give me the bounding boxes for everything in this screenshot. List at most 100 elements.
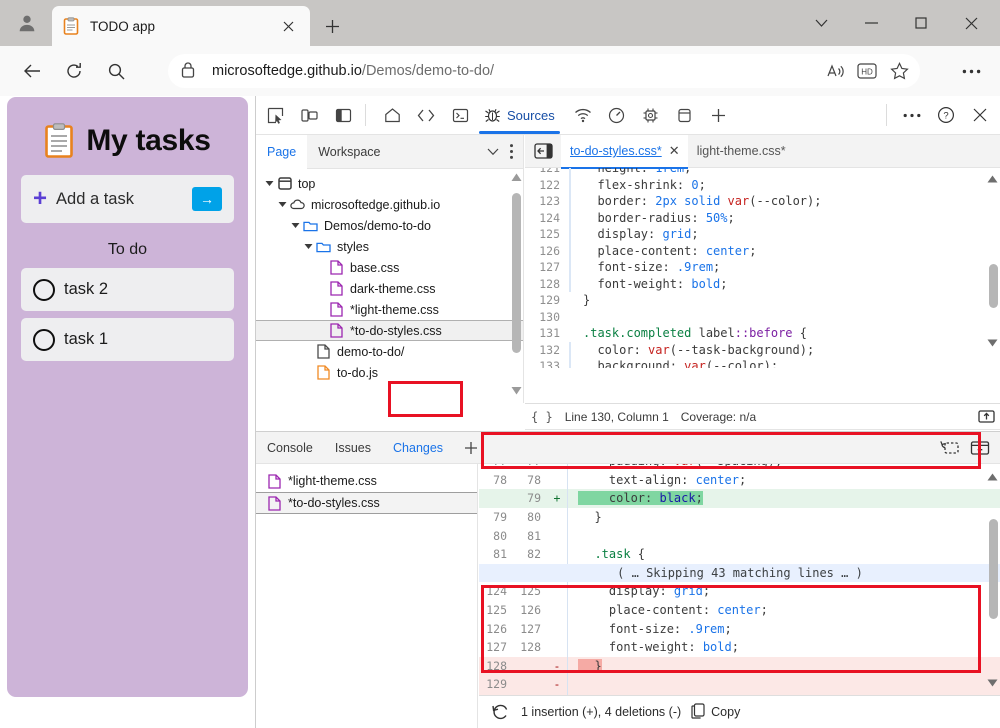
back-button[interactable]	[15, 55, 49, 87]
show-navigator-icon[interactable]	[530, 138, 556, 164]
list-item[interactable]: task 2	[21, 268, 234, 311]
help-icon[interactable]: ?	[931, 100, 961, 130]
list-item[interactable]: *light-theme.css	[256, 470, 477, 492]
navtab-workspace[interactable]: Workspace	[307, 135, 391, 169]
close-icon[interactable]: ✕	[667, 144, 682, 159]
twisty-icon[interactable]	[301, 243, 315, 250]
twisty-icon[interactable]	[275, 201, 289, 208]
tab-console[interactable]: Console	[256, 432, 324, 464]
navtab-page[interactable]: Page	[256, 135, 307, 169]
task-checkbox-icon[interactable]	[33, 329, 55, 351]
tree-item-light-theme-css[interactable]: *light-theme.css	[256, 299, 523, 320]
open-in-new-icon[interactable]	[978, 409, 995, 424]
tree-item-demo-to-do[interactable]: demo-to-do/	[256, 341, 523, 362]
tree-item-top[interactable]: top	[256, 173, 523, 194]
scroll-down-arrow-icon[interactable]	[986, 676, 999, 689]
twisty-icon[interactable]	[262, 180, 276, 187]
line-number: 122	[525, 178, 569, 192]
copy-button[interactable]: Copy	[691, 703, 740, 722]
tree-item-folder-demos[interactable]: Demos/demo-to-do	[256, 215, 523, 236]
add-panel-icon[interactable]	[967, 435, 993, 461]
code-line: 131.task.completed label::before {	[525, 325, 1000, 342]
add-task-input[interactable]: Add a task	[56, 190, 192, 209]
scroll-down-arrow-icon[interactable]	[986, 336, 999, 349]
hd-icon[interactable]: HD	[852, 56, 882, 86]
new-tab-button[interactable]	[318, 12, 346, 40]
tree-item-base-css[interactable]: base.css	[256, 257, 523, 278]
toolbar-divider	[886, 104, 887, 126]
diff-line-context: 7777 padding: var(--spacing);	[479, 464, 1000, 471]
close-icon[interactable]	[276, 14, 300, 38]
pretty-print-icon[interactable]: { }	[531, 410, 553, 424]
elements-icon[interactable]	[411, 100, 441, 130]
old-line-number: 80	[479, 529, 513, 543]
tab-actions-chevron-down-icon[interactable]	[806, 8, 836, 38]
devtools-more-icon[interactable]	[897, 100, 927, 130]
task-checkbox-icon[interactable]	[33, 279, 55, 301]
address-bar[interactable]: microsoftedge.github.io/Demos/demo-to-do…	[168, 54, 920, 88]
minimize-button[interactable]	[856, 8, 886, 38]
device-toggle-icon[interactable]	[294, 100, 324, 130]
css-file-icon	[328, 281, 345, 296]
devtools-close-icon[interactable]	[965, 100, 995, 130]
more-panels-button[interactable]	[704, 100, 734, 130]
revert-icon[interactable]	[489, 701, 511, 723]
search-icon[interactable]	[99, 55, 133, 87]
tree-item-origin[interactable]: microsoftedge.github.io	[256, 194, 523, 215]
editor-tab-light-theme[interactable]: light-theme.css*	[688, 135, 792, 168]
code-area[interactable]: 121 height: 1rem; 122 flex-shrink: 0; 12…	[525, 168, 1000, 368]
css-file-icon	[328, 302, 345, 317]
file-tree-scroll-thumb[interactable]	[512, 193, 521, 353]
editor-scroll-thumb[interactable]	[989, 264, 998, 308]
diff-text: }	[578, 659, 602, 673]
diff-line-context: 7980 }	[479, 508, 1000, 527]
favorite-star-icon[interactable]	[884, 56, 914, 86]
memory-icon[interactable]	[636, 100, 666, 130]
chevron-down-icon[interactable]	[479, 148, 507, 156]
dock-side-icon[interactable]	[328, 100, 358, 130]
tree-item-to-do-styles-css[interactable]: *to-do-styles.css	[256, 320, 523, 341]
changed-file-label: *to-do-styles.css	[288, 496, 380, 510]
scroll-up-arrow-icon[interactable]	[986, 172, 999, 185]
url-text: microsoftedge.github.io/Demos/demo-to-do…	[212, 63, 818, 79]
window-close-button[interactable]	[956, 8, 986, 38]
browser-settings-more-icon[interactable]	[956, 56, 986, 86]
diff-scroll-thumb[interactable]	[989, 519, 998, 619]
list-item[interactable]: task 1	[21, 318, 234, 361]
performance-icon[interactable]	[602, 100, 632, 130]
add-task-submit-button[interactable]: →	[192, 187, 222, 211]
list-item[interactable]: *to-do-styles.css	[256, 492, 477, 514]
css-file-icon	[328, 260, 345, 275]
diff-view[interactable]: 7777 padding: var(--spacing); 7878 text-…	[479, 464, 1000, 695]
tab-sources[interactable]: Sources	[475, 96, 564, 134]
tab-changes[interactable]: Changes	[382, 432, 454, 464]
diff-text: font-size: .9rem;	[578, 622, 732, 636]
lock-icon	[180, 61, 200, 81]
add-task-input-row[interactable]: + Add a task →	[21, 175, 234, 223]
tab-issues[interactable]: Issues	[324, 432, 382, 464]
line-number: 126	[525, 244, 569, 258]
reload-button[interactable]	[57, 55, 91, 87]
tree-item-to-do-js[interactable]: to-do.js	[256, 362, 523, 383]
diff-sign: +	[547, 491, 567, 505]
new-style-rule-icon[interactable]	[937, 435, 963, 461]
profile-avatar[interactable]	[10, 8, 44, 38]
tab-changes-label: Changes	[393, 441, 443, 455]
browser-tab[interactable]: TODO app	[52, 6, 310, 46]
application-icon[interactable]	[670, 100, 700, 130]
tree-item-dark-theme-css[interactable]: dark-theme.css	[256, 278, 523, 299]
network-icon[interactable]	[568, 100, 598, 130]
add-drawer-tab-button[interactable]	[458, 435, 484, 461]
inspect-icon[interactable]	[260, 100, 290, 130]
editor-tab-to-do-styles[interactable]: to-do-styles.css* ✕	[561, 135, 688, 168]
app-header: My tasks	[21, 123, 234, 159]
maximize-button[interactable]	[906, 8, 936, 38]
twisty-icon[interactable]	[288, 222, 302, 229]
diff-sign: -	[547, 677, 567, 691]
home-icon[interactable]	[377, 100, 407, 130]
read-aloud-icon[interactable]	[820, 56, 850, 86]
console-icon[interactable]	[445, 100, 475, 130]
tree-item-folder-styles[interactable]: styles	[256, 236, 523, 257]
scroll-up-arrow-icon[interactable]	[986, 470, 999, 483]
more-vertical-icon[interactable]	[507, 143, 523, 160]
